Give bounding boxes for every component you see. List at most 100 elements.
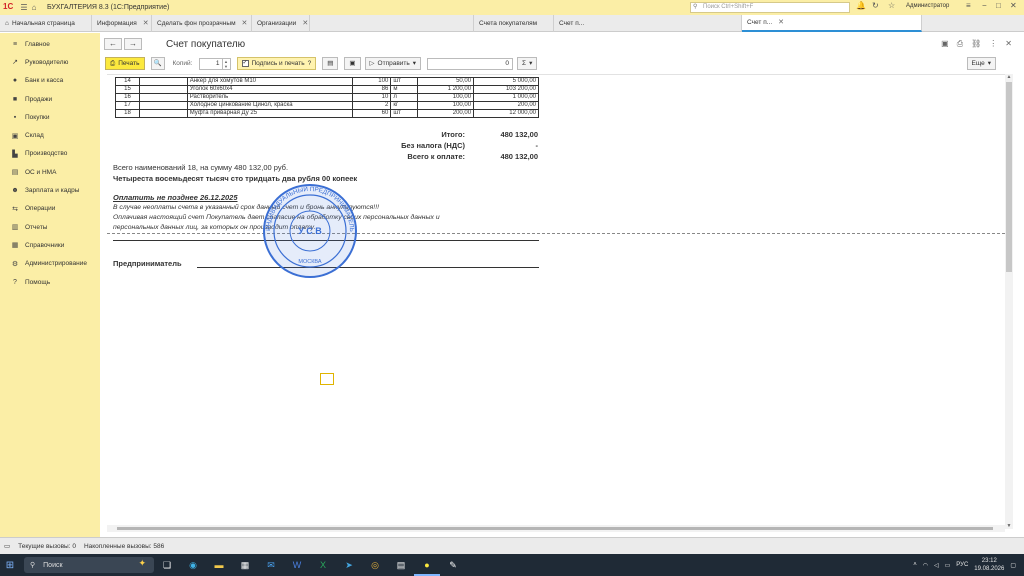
sidebar-item-bank[interactable]: ● Банк и касса xyxy=(0,72,100,90)
copies-stepper[interactable]: ▲ ▼ xyxy=(222,57,231,70)
document-form: ← → Счет покупателю ▣ ⎙ ⛓ ⋮ ✕ ⎙ Печать 🔍… xyxy=(100,33,1024,537)
more-icon[interactable]: ⋮ xyxy=(989,39,997,49)
sidebar-item-purchases[interactable]: ▪ Покупки xyxy=(0,108,100,126)
menu-icon[interactable]: ☰ xyxy=(19,3,29,12)
store-icon[interactable]: ▦ xyxy=(232,554,258,576)
sidebar-item-main[interactable]: ≡ Главное xyxy=(0,35,100,53)
sidebar-item-label: Операции xyxy=(25,205,56,213)
save-to-file-button[interactable]: ▣ xyxy=(344,57,361,70)
tab-home[interactable]: ⌂ Начальная страница xyxy=(0,15,92,32)
spreadsheet-document[interactable]: 14 Анкер для хомутов М10 100 шт 50,00 5 000,0… xyxy=(107,74,1005,525)
sidebar-item-label: Справочники xyxy=(25,241,65,249)
close-icon[interactable]: ✕ xyxy=(143,16,149,32)
home-icon[interactable]: ⌂ xyxy=(29,3,39,12)
maximize-icon[interactable]: □ xyxy=(996,1,1001,10)
send-button[interactable]: ▷ Отправить ▾ xyxy=(364,57,422,70)
close-icon[interactable]: ✕ xyxy=(778,15,784,30)
sidebar-item-salary[interactable]: ☻ Зарплата и кадры xyxy=(0,181,100,199)
close-icon[interactable]: ✕ xyxy=(302,16,308,32)
tab-info[interactable]: Информация ✕ xyxy=(92,15,152,32)
forward-button[interactable]: → xyxy=(124,38,142,50)
window-menu-icon[interactable]: ≡ xyxy=(966,1,971,10)
scroll-down-icon[interactable]: ▼ xyxy=(1005,523,1013,529)
printer-icon: ⎙ xyxy=(110,60,116,67)
close-icon[interactable]: ✕ xyxy=(1005,39,1012,49)
paint-icon[interactable]: ✎ xyxy=(440,554,466,576)
close-icon[interactable]: ✕ xyxy=(1010,1,1017,10)
task-view-icon[interactable]: ❏ xyxy=(154,554,180,576)
accumulated-calls[interactable]: Накопленные вызовы: 586 xyxy=(84,543,164,550)
sidebar-item-manager[interactable]: ↗ Руководителю xyxy=(0,53,100,71)
taskbar-search[interactable]: ⚲ Поиск ✦ xyxy=(24,557,154,573)
more-button[interactable]: Еще ▾ xyxy=(966,57,996,70)
favorites-icon[interactable]: ☆ xyxy=(888,1,895,10)
selected-cell[interactable] xyxy=(320,373,334,385)
copies-field[interactable]: 1 xyxy=(198,57,223,70)
telegram-icon[interactable]: ➤ xyxy=(336,554,362,576)
sidebar-item-admin[interactable]: ⚙ Администрирование xyxy=(0,255,100,273)
horizontal-scrollbar[interactable] xyxy=(107,525,1005,532)
edit-button[interactable]: ▤ xyxy=(322,57,339,70)
explorer-icon[interactable]: ▬ xyxy=(206,554,232,576)
print-icon[interactable]: ⎙ xyxy=(957,39,963,49)
battery-icon[interactable]: ▭ xyxy=(945,562,951,569)
sidebar-item-label: Помощь xyxy=(25,278,51,286)
tab-make-transparent[interactable]: Сделать фон прозрачным ✕ xyxy=(152,15,252,32)
sidebar-item-warehouse[interactable]: ▣ Склад xyxy=(0,126,100,144)
minimize-icon[interactable]: − xyxy=(982,1,987,10)
link-icon[interactable]: ⛓ xyxy=(971,39,981,49)
user-name[interactable]: Администратор xyxy=(906,3,949,9)
sidebar-item-help[interactable]: ? Помощь xyxy=(0,273,100,291)
chrome-icon[interactable]: ◎ xyxy=(362,554,388,576)
notifications-icon[interactable]: 🔔 xyxy=(856,1,866,10)
horizontal-scroll-thumb[interactable] xyxy=(117,527,993,530)
excel-icon[interactable]: X xyxy=(310,554,336,576)
tab-organizations[interactable]: Организации ✕ xyxy=(252,15,310,32)
tab-customer-invoices[interactable]: Счета покупателям xyxy=(474,15,554,32)
sidebar-item-assets[interactable]: ▤ ОС и НМА xyxy=(0,163,100,181)
global-search-input[interactable]: ⚲ Поиск Ctrl+Shift+F xyxy=(690,2,850,13)
sidebar-item-operations[interactable]: ⇆ Операции xyxy=(0,200,100,218)
print-button[interactable]: ⎙ Печать xyxy=(105,57,145,70)
sign-and-stamp-toggle[interactable]: ✓ Подпись и печать ? xyxy=(236,57,317,70)
row-total-cell: 103 200,00 xyxy=(473,85,539,94)
back-button[interactable]: ← xyxy=(104,38,122,50)
tab-invoice-active[interactable]: Счет п... ✕ xyxy=(742,15,922,32)
word-icon[interactable]: W xyxy=(284,554,310,576)
row-price-cell: 50,00 xyxy=(417,77,475,86)
windows-start-icon[interactable]: ⊞ xyxy=(0,560,20,571)
edge-icon[interactable]: ◉ xyxy=(180,554,206,576)
sum-mode-button[interactable]: Σ ▾ xyxy=(517,57,538,70)
notification-center-icon[interactable]: ▢ xyxy=(1010,562,1016,569)
language-indicator[interactable]: РУС xyxy=(956,562,968,568)
1c-app-icon[interactable]: ● xyxy=(414,554,440,576)
book-icon: ▦ xyxy=(11,242,19,250)
save-icon[interactable]: ▣ xyxy=(941,39,949,49)
sidebar-item-sales[interactable]: ■ Продажи xyxy=(0,90,100,108)
mail-icon[interactable]: ✉ xyxy=(258,554,284,576)
sum-field[interactable]: 0 xyxy=(427,57,514,70)
current-calls[interactable]: Текущие вызовы: 0 xyxy=(18,543,76,550)
sidebar-item-reports[interactable]: ▥ Отчеты xyxy=(0,218,100,236)
preview-button[interactable]: 🔍 xyxy=(150,57,165,70)
row-name-cell: Холодное цинкование Цинол, краска xyxy=(186,101,354,110)
tab-invoice-1[interactable]: Счет п... xyxy=(554,15,742,32)
sidebar-item-catalogs[interactable]: ▦ Справочники xyxy=(0,236,100,254)
row-qty-cell: 100 xyxy=(352,77,392,86)
volume-icon[interactable]: ◁ xyxy=(934,562,939,569)
clock[interactable]: 23:12 19.08.2026 xyxy=(974,557,1004,573)
notepad-icon[interactable]: ▤ xyxy=(388,554,414,576)
sidebar-item-label: Покупки xyxy=(25,113,50,121)
wifi-icon[interactable]: ◠ xyxy=(923,562,928,569)
chevron-up-icon[interactable]: ˄ xyxy=(913,562,917,568)
row-qty-cell: 60 xyxy=(352,109,392,118)
sidebar-item-production[interactable]: ▙ Производство xyxy=(0,145,100,163)
close-icon[interactable]: ✕ xyxy=(242,16,248,32)
scroll-up-icon[interactable]: ▲ xyxy=(1005,74,1013,80)
tab-obscured-1[interactable] xyxy=(310,15,474,32)
chevron-down-icon: ▾ xyxy=(529,60,533,67)
vertical-scroll-thumb[interactable] xyxy=(1006,82,1012,272)
vertical-scrollbar[interactable]: ▲ ▼ xyxy=(1005,74,1013,529)
history-icon[interactable]: ↻ xyxy=(872,1,879,10)
sections-sidebar: ≡ Главное ↗ Руководителю ● Банк и касса ■ Пр… xyxy=(0,33,100,537)
